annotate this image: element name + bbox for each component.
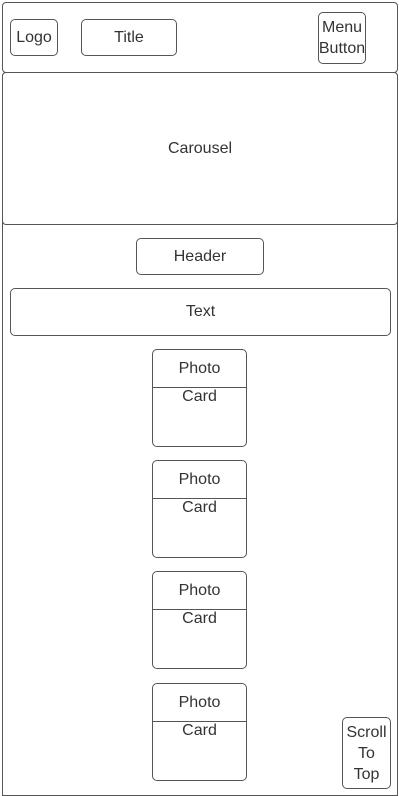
text-block: Text [10, 288, 391, 336]
photo-card-line-2: Card [182, 722, 217, 739]
photo-card-line-1: Photo [178, 582, 221, 599]
carousel[interactable]: Carousel [2, 72, 398, 225]
scroll-to-top-label: Scroll To Top [346, 723, 387, 783]
photo-card-line-1: Photo [178, 471, 221, 488]
photo-card[interactable]: Photo Card [152, 349, 247, 447]
photo-card-line-1: Photo [178, 360, 221, 377]
photo-card-line-2: Card [182, 388, 217, 405]
menu-button[interactable]: Menu Button [318, 12, 366, 64]
text-block-label: Text [185, 303, 216, 320]
photo-card-line-1: Photo [178, 694, 221, 711]
logo[interactable]: Logo [10, 19, 58, 56]
photo-card-line-2: Card [182, 610, 217, 627]
photo-card[interactable]: Photo Card [152, 460, 247, 558]
photo-card[interactable]: Photo Card [152, 571, 247, 669]
scroll-to-top-button[interactable]: Scroll To Top [342, 717, 391, 789]
logo-label: Logo [16, 28, 52, 46]
title-label: Title [114, 28, 144, 46]
menu-button-label: Menu Button [318, 19, 366, 57]
page-title: Title [81, 19, 177, 56]
carousel-label: Carousel [167, 139, 233, 157]
photo-card[interactable]: Photo Card [152, 683, 247, 781]
section-header-label: Header [173, 247, 227, 265]
photo-card-line-2: Card [182, 499, 217, 516]
section-header: Header [136, 238, 264, 275]
